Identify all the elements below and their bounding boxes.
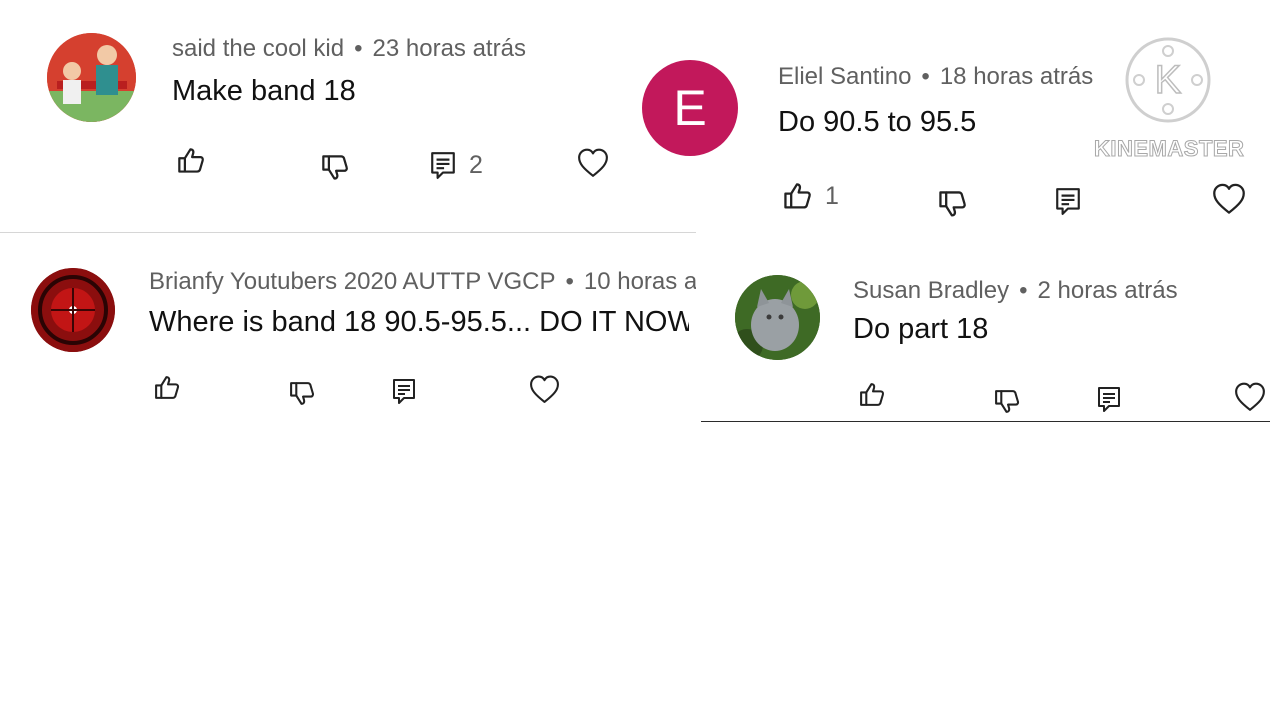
reply-button[interactable] [1096,384,1122,414]
avatar-photo [47,33,136,122]
like-button[interactable] [176,146,206,176]
comment-text: Do 90.5 to 95.5 [778,106,977,138]
heart-button[interactable] [1234,381,1266,413]
avatar[interactable] [31,268,115,352]
separator-dot: • [354,35,363,62]
timestamp[interactable]: 2 horas atrás [1038,277,1178,304]
dislike-button[interactable] [937,189,968,220]
separator-dot: • [921,63,930,90]
heart-button[interactable] [529,374,560,405]
like-button[interactable] [153,374,181,402]
comment-text: Where is band 18 90.5-95.5... DO IT NOW [149,306,689,338]
divider [701,421,1270,422]
heart-icon [1235,382,1265,411]
timestamp[interactable]: 18 horas atrás [940,63,1093,90]
like-button[interactable] [858,381,886,409]
avatar[interactable] [47,33,136,122]
like-button[interactable]: 1 [782,181,839,212]
reply-icon [1098,387,1120,412]
watermark-logo-letter: K [1155,58,1182,102]
avatar[interactable]: E [642,60,738,156]
thumbs-up-icon [784,183,811,209]
timestamp[interactable]: 23 horas atrás [373,35,526,62]
dislike-button[interactable] [993,388,1021,416]
avatar-cat-photo [735,275,820,360]
author-name[interactable]: Susan Bradley [853,277,1009,304]
separator-dot: • [1019,277,1028,304]
reply-button[interactable]: 2 [429,149,483,181]
heart-icon [530,375,559,403]
thumbs-down-icon [939,191,966,217]
thumbs-up-icon [860,383,885,406]
comment-meta: said the cool kid • 23 horas atrás [172,34,632,64]
comment-meta: Eliel Santino • 18 horas atrás [778,62,1158,92]
comment-meta: Susan Bradley • 2 horas atrás [853,276,1273,306]
avatar-letter: E [673,80,707,136]
thumbs-up-icon [178,148,204,173]
author-name[interactable]: Eliel Santino [778,63,911,90]
dislike-button[interactable] [288,380,316,408]
thumbs-down-icon [290,382,315,405]
watermark-text: KINEMASTER [1094,136,1245,162]
author-name[interactable]: Brianfy Youtubers 2020 AUTTP VGCP [149,268,555,295]
heart-button[interactable] [1212,182,1246,216]
author-name[interactable]: said the cool kid [172,35,344,62]
avatar[interactable] [735,275,820,360]
dislike-button[interactable] [320,153,350,183]
heart-icon [578,148,608,177]
reply-button[interactable] [1054,185,1082,217]
reply-button[interactable] [391,376,417,406]
thumbs-down-icon [322,155,348,180]
divider [0,232,696,233]
timestamp[interactable]: 10 horas atrás [584,268,696,295]
reply-icon [1056,188,1080,216]
kinemaster-logo-icon: K [1125,37,1211,123]
reply-icon [431,152,455,180]
separator-dot: • [565,268,574,295]
comment-text: Make band 18 [172,75,356,107]
like-count: 1 [825,182,839,210]
avatar-logo [31,268,115,352]
reply-icon [393,379,415,404]
comment-text: Do part 18 [853,313,989,345]
heart-button[interactable] [577,147,609,179]
thumbs-down-icon [995,390,1020,413]
heart-icon [1213,183,1245,214]
reply-count: 2 [469,150,483,179]
comment-meta: Brianfy Youtubers 2020 AUTTP VGCP • 10 hor… [149,267,696,297]
thumbs-up-icon [155,376,180,399]
